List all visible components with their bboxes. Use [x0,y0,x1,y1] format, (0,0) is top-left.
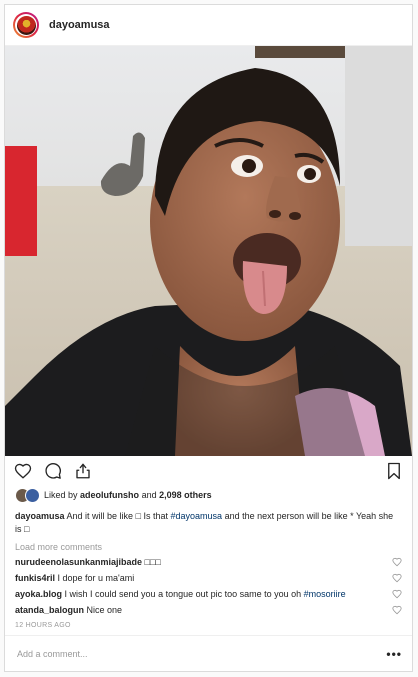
add-comment-bar: ••• [5,635,412,671]
comment-body: I wish I could send you a tongue out pic… [62,589,304,599]
photo-image [5,46,412,456]
comment-body: I dope for u ma'ami [55,573,135,583]
post-photo[interactable] [5,46,412,456]
likes-row: Liked by adeolufunsho and 2,098 others [5,486,412,504]
comment-input[interactable] [15,647,387,660]
post-username[interactable]: dayoamusa [49,19,110,31]
comment-item: ayoka.blog I wish I could send you a ton… [5,584,412,600]
comment-hashtag[interactable]: #mosoriire [304,589,346,599]
post-card: dayoamusa Liked by adeolufunsho and 2,09… [4,4,413,672]
comment-username[interactable]: nurudeenolasunkanmiajibade [15,557,142,567]
comment-text: funkis4ril I dope for u ma'ami [15,572,386,584]
bookmark-icon [388,462,400,480]
caption-text-1: And it will be like □ Is that [64,511,171,521]
post-timestamp[interactable]: 12 HOURS AGO [5,616,412,629]
comment-body: Nice one [84,605,123,615]
action-bar [5,456,412,486]
heart-icon [14,463,32,479]
comment-like-icon[interactable] [392,557,402,567]
comment-item: atanda_balogun Nice one [5,600,412,616]
share-icon [76,463,90,479]
liker-avatars [15,487,40,503]
likes-prefix: Liked by [44,490,78,500]
caption-hashtag[interactable]: #dayoamusa [171,511,223,521]
caption-username[interactable]: dayoamusa [15,511,65,521]
comment-username[interactable]: atanda_balogun [15,605,84,615]
liker-avatar[interactable] [25,487,40,503]
load-more-comments[interactable]: Load more comments [5,536,412,552]
comment-bubble-icon [45,463,61,479]
comment-like-icon[interactable] [392,573,402,583]
comment-item: funkis4ril I dope for u ma'ami [5,568,412,584]
comment-text: atanda_balogun Nice one [15,604,386,616]
save-button[interactable] [384,461,404,481]
avatar[interactable] [13,12,39,38]
post-caption: dayoamusa And it will be like □ Is that … [5,504,412,536]
share-button[interactable] [73,461,93,481]
likes-middle: and [141,490,157,500]
avatar-frame [15,14,37,36]
like-button[interactable] [13,461,33,481]
comment-text: nurudeenolasunkanmiajibade □□□ [15,556,386,568]
more-options-icon[interactable]: ••• [386,647,402,661]
comment-like-icon[interactable] [392,589,402,599]
comment-text: ayoka.blog I wish I could send you a ton… [15,588,386,600]
comment-button[interactable] [43,461,63,481]
comment-username[interactable]: funkis4ril [15,573,55,583]
post-header: dayoamusa [5,5,412,46]
likes-user-link[interactable]: adeolufunsho [80,490,139,500]
comment-body: □□□ [142,557,161,567]
comment-item: nurudeenolasunkanmiajibade □□□ [5,552,412,568]
avatar-image [16,15,36,35]
likes-count-link[interactable]: 2,098 others [159,490,212,500]
comment-like-icon[interactable] [392,605,402,615]
comment-username[interactable]: ayoka.blog [15,589,62,599]
